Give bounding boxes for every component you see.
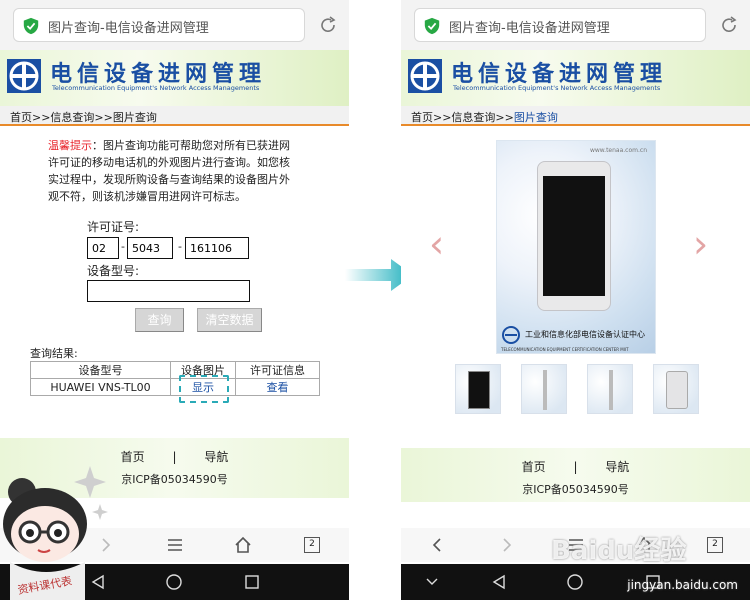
site-banner-right: 电信设备进网管理 Telecommunication Equipment's N… (401, 50, 750, 106)
address-text-right: 图片查询-电信设备进网管理 (449, 21, 610, 36)
site-banner: 电信设备进网管理 Telecommunication Equipment's N… (0, 50, 349, 106)
breadcrumb-right: 首页>>信息查询>>图片查询 (401, 106, 750, 126)
notice-warn-label: 温馨提示 (48, 139, 92, 152)
cell-model: HUAWEI VNS-TL00 (30, 378, 171, 396)
home-icon[interactable] (234, 536, 252, 554)
site-subtitle-right: Telecommunication Equipment's Network Ac… (453, 84, 661, 92)
footer-nav-link[interactable]: 导航 (204, 450, 228, 464)
license-dash-1: - (121, 240, 125, 253)
device-photo: www.tenaa.com.cn 工业和信息化部电信设备认证中心 TELECOM… (496, 140, 656, 354)
breadcrumb-text[interactable]: 首页>>信息查询>>图片查询 (10, 111, 157, 124)
secure-shield-icon (23, 17, 39, 35)
back-icon[interactable] (429, 537, 445, 553)
tabs-count-button[interactable]: 2 (707, 537, 723, 553)
header-model: 设备型号 (30, 361, 171, 379)
highlight-box (179, 375, 229, 403)
baidu-watermark: Baidu经验 (551, 536, 687, 566)
site-logo-icon (7, 59, 41, 93)
home-circle-icon[interactable] (566, 573, 584, 591)
address-text: 图片查询-电信设备进网管理 (48, 21, 209, 36)
photo-site-text: www.tenaa.com.cn (589, 147, 647, 154)
query-button[interactable]: 查询 (135, 308, 184, 332)
result-label: 查询结果: (30, 347, 78, 360)
site-subtitle: Telecommunication Equipment's Network Ac… (52, 84, 260, 92)
footer-home-link[interactable]: 首页 (522, 460, 546, 474)
model-label: 设备型号: (87, 264, 140, 278)
recents-square-icon[interactable] (244, 574, 260, 590)
thumbnail-back[interactable] (653, 364, 699, 414)
thumbnail-side-1[interactable] (521, 364, 567, 414)
back-triangle-icon[interactable] (491, 574, 507, 590)
footer-links-right: 首页 | 导航 (401, 458, 750, 475)
header-license: 许可证信息 (235, 361, 320, 379)
footer-icp-right: 京ICP备05034590号 (522, 483, 629, 496)
table-header-row: 设备型号 设备图片 许可证信息 (30, 361, 320, 379)
phone-body (537, 161, 611, 311)
address-bar[interactable]: 图片查询-电信设备进网管理 (13, 8, 305, 42)
site-logo-icon (408, 59, 442, 93)
secure-shield-icon (424, 17, 440, 35)
mascot-character-icon: 资料课代表 (3, 466, 108, 600)
footer-separator: | (573, 460, 578, 474)
next-image-chevron-icon[interactable]: › (693, 222, 708, 266)
certification-logo-icon (502, 326, 520, 344)
phone-screen (543, 176, 605, 296)
thumbnail-strip (455, 364, 699, 414)
breadcrumb-prefix[interactable]: 首页>>信息查询>> (411, 111, 514, 124)
baidu-watermark-url: jingyan.baidu.com (627, 578, 738, 592)
collapse-chevron-icon[interactable] (425, 576, 439, 588)
breadcrumb: 首页>>信息查询>>图片查询 (0, 106, 349, 126)
address-bar-right[interactable]: 图片查询-电信设备进网管理 (414, 8, 706, 42)
license-input-1[interactable] (87, 237, 119, 259)
reload-icon[interactable] (318, 15, 338, 35)
forward-icon[interactable] (499, 537, 515, 553)
reload-icon[interactable] (719, 15, 739, 35)
footer-separator: | (172, 450, 177, 464)
home-circle-icon[interactable] (165, 573, 183, 591)
menu-icon[interactable] (166, 537, 184, 553)
clear-button[interactable]: 清空数据 (197, 308, 262, 332)
view-license-link[interactable]: 查看 (267, 381, 289, 394)
breadcrumb-current[interactable]: 图片查询 (514, 111, 558, 124)
prev-image-chevron-icon[interactable]: ‹ (429, 222, 444, 266)
footer-nav-link[interactable]: 导航 (605, 460, 629, 474)
result-table: 设备型号 设备图片 许可证信息 HUAWEI VNS-TL00 显示 查看 (30, 361, 320, 396)
table-row: HUAWEI VNS-TL00 显示 查看 (30, 378, 320, 396)
license-input-3[interactable] (185, 237, 249, 259)
license-label: 许可证号: (87, 220, 140, 234)
notice-text: 温馨提示：图片查询功能可帮助您对所有已获进网许可证的移动电话机的外观图片进行查询… (48, 137, 298, 205)
license-input-2[interactable] (127, 237, 173, 259)
thumbnail-front[interactable] (455, 364, 501, 414)
tabs-count-button[interactable]: 2 (304, 537, 320, 553)
footer-right: 首页 | 导航 京ICP备05034590号 (401, 448, 750, 502)
footer-home-link[interactable]: 首页 (121, 450, 145, 464)
model-input[interactable] (87, 280, 250, 302)
photo-caption-en: TELECOMMUNICATION EQUIPMENT CERTIFICATIO… (501, 347, 629, 352)
address-bar-area-right: 图片查询-电信设备进网管理 (401, 0, 750, 50)
license-dash-2: - (178, 240, 182, 253)
address-bar-area: 图片查询-电信设备进网管理 (0, 0, 349, 50)
right-phone-screen: 图片查询-电信设备进网管理 电信设备进网管理 Telecommunication… (401, 0, 750, 600)
cell-license: 查看 (235, 378, 320, 396)
photo-caption-cn: 工业和信息化部电信设备认证中心 (525, 330, 645, 339)
thumbnail-side-2[interactable] (587, 364, 633, 414)
